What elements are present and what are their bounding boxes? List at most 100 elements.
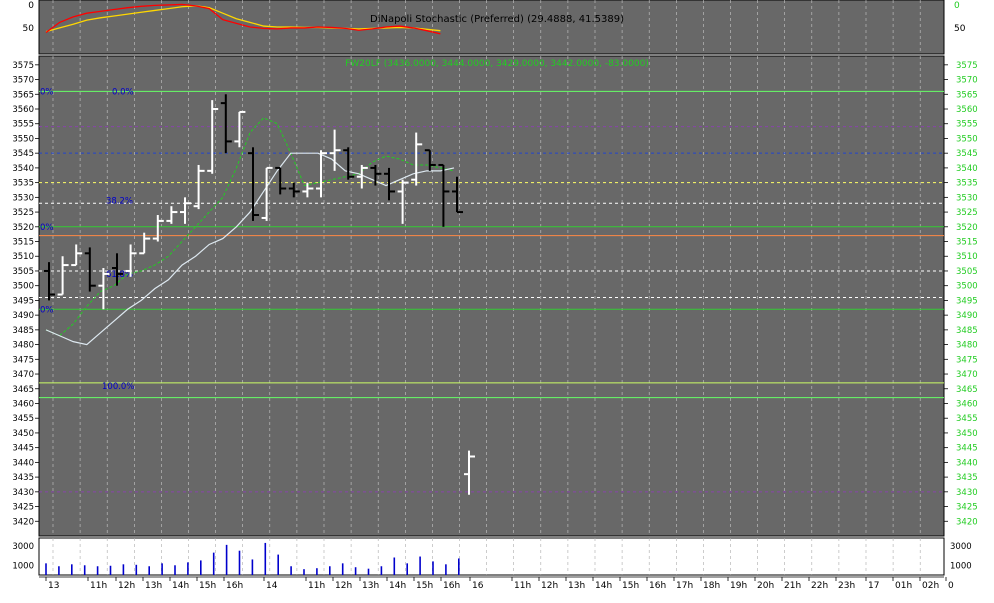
price-tick-label: 3435 — [12, 473, 34, 483]
price-tick-label: 3470 — [12, 370, 34, 380]
volume-tick-label: 1000 — [12, 561, 34, 571]
price-tick-label: 3555 — [12, 120, 34, 130]
price-tick-label: 3550 — [12, 134, 34, 144]
stochastic-tick-label: 50 — [23, 24, 35, 34]
price-tick-label: 3540 — [956, 164, 978, 174]
price-tick-label: 3515 — [12, 238, 34, 248]
time-tick-label: 16h — [226, 581, 243, 591]
price-tick-label: 3535 — [956, 179, 978, 189]
price-tick-label: 3450 — [12, 429, 34, 439]
time-tick-label: 12h — [335, 581, 352, 591]
time-axis: 13 11h 12h 13h 14h 15h 16h 14 11h 12h 13h 14h 15h 16h… — [39, 576, 954, 591]
time-tick-label: 12h — [118, 581, 135, 591]
time-tick-label: 13h — [362, 581, 379, 591]
volume-right-axis: 3000 1000 — [950, 542, 972, 571]
time-tick-label: 13h — [568, 581, 585, 591]
price-tick-label: 3500 — [12, 282, 34, 292]
time-tick-label: 11h — [514, 581, 531, 591]
price-tick-label: 3480 — [956, 341, 978, 351]
price-tick-label: 3500 — [956, 282, 978, 292]
price-tick-label: 3555 — [956, 120, 978, 130]
price-tick-label: 3440 — [12, 458, 34, 468]
time-tick-label: 12h — [541, 581, 558, 591]
price-tick-label: 3560 — [956, 105, 978, 115]
time-tick-label: 13 — [48, 581, 59, 591]
price-tick-label: 3430 — [956, 488, 978, 498]
stochastic-left-axis: 0 50 — [23, 1, 35, 34]
price-tick-label: 3420 — [12, 517, 34, 527]
time-tick-label: 17h — [676, 581, 693, 591]
time-tick-label: 15h — [622, 581, 639, 591]
price-tick-label: 3490 — [956, 311, 978, 321]
fibonacci-edge-label: 0% — [40, 87, 54, 97]
time-tick-label: 14h — [389, 581, 406, 591]
price-tick-label: 3420 — [956, 517, 978, 527]
fibonacci-label: 100.0% — [102, 382, 134, 392]
price-tick-label: 3540 — [12, 164, 34, 174]
time-tick-label: 02h — [922, 581, 939, 591]
time-tick-label: 11h — [308, 581, 325, 591]
price-tick-label: 3425 — [12, 503, 34, 513]
trading-chart: 0 50 0 50 DiNapoli Stochastic (Preferred) … — [0, 0, 994, 599]
price-tick-label: 3470 — [956, 370, 978, 380]
price-tick-label: 3460 — [12, 399, 34, 409]
time-tick-label: 23h — [838, 581, 855, 591]
price-tick-label: 3485 — [956, 326, 978, 336]
time-tick-label: 19h — [730, 581, 747, 591]
price-tick-label: 3430 — [12, 488, 34, 498]
price-tick-label: 3455 — [956, 414, 978, 424]
price-panel — [38, 55, 945, 537]
time-tick-label: 16h — [649, 581, 666, 591]
price-tick-label: 3465 — [956, 385, 978, 395]
price-tick-label: 3435 — [956, 473, 978, 483]
time-tick-label: 21h — [784, 581, 801, 591]
price-tick-label: 3550 — [956, 134, 978, 144]
fibonacci-label: 38.2% — [106, 196, 133, 206]
price-tick-label: 3450 — [956, 429, 978, 439]
volume-tick-label: 3000 — [950, 542, 972, 552]
price-tick-label: 3455 — [12, 414, 34, 424]
time-tick-label: 11h — [90, 581, 107, 591]
stochastic-title: DiNapoli Stochastic (Preferred) (29.4888… — [370, 14, 624, 25]
price-left-axis: 3420 3425 3430 3435 3440 3445 3450 3455 3460 3465… — [12, 61, 39, 527]
price-tick-label: 3565 — [956, 90, 978, 100]
price-tick-label: 3570 — [12, 76, 34, 86]
stochastic-tick-label: 50 — [954, 24, 966, 34]
price-tick-label: 3565 — [12, 90, 34, 100]
price-tick-label: 3515 — [956, 238, 978, 248]
volume-left-axis: 3000 1000 — [12, 542, 34, 571]
price-tick-label: 3475 — [12, 355, 34, 365]
time-tick-label: 22h — [811, 581, 828, 591]
price-tick-label: 3495 — [956, 296, 978, 306]
price-tick-label: 3530 — [956, 193, 978, 203]
price-tick-label: 3545 — [12, 149, 34, 159]
time-tick-label: 14h — [595, 581, 612, 591]
time-tick-label: 01h — [895, 581, 912, 591]
price-tick-label: 3510 — [956, 252, 978, 262]
time-tick-label: 0 — [948, 581, 954, 591]
price-tick-label: 3505 — [12, 267, 34, 277]
time-tick-label: 13h — [145, 581, 162, 591]
price-tick-label: 3530 — [12, 193, 34, 203]
instrument-label: FW20LF (3436.0000, 3444.0000, 3429.0000,… — [345, 59, 649, 69]
time-tick-label: 14 — [266, 581, 278, 591]
time-tick-label: 15h — [416, 581, 433, 591]
price-tick-label: 3440 — [956, 458, 978, 468]
price-tick-label: 3520 — [12, 223, 34, 233]
price-tick-label: 3525 — [12, 208, 34, 218]
price-tick-label: 3480 — [12, 341, 34, 351]
fibonacci-label: 0.0% — [112, 87, 134, 97]
price-tick-label: 3545 — [956, 149, 978, 159]
time-tick-label: 14h — [172, 581, 189, 591]
price-tick-label: 3495 — [12, 296, 34, 306]
volume-tick-label: 1000 — [950, 561, 972, 571]
fibonacci-edge-label: 0% — [40, 223, 54, 233]
price-tick-label: 3535 — [12, 179, 34, 189]
stochastic-tick-label: 0 — [954, 1, 960, 11]
price-tick-label: 3570 — [956, 76, 978, 86]
price-tick-label: 3485 — [12, 326, 34, 336]
price-tick-label: 3510 — [12, 252, 34, 262]
time-tick-label: 16 — [472, 581, 484, 591]
stochastic-right-axis: 0 50 — [954, 1, 966, 34]
price-tick-label: 3505 — [956, 267, 978, 277]
